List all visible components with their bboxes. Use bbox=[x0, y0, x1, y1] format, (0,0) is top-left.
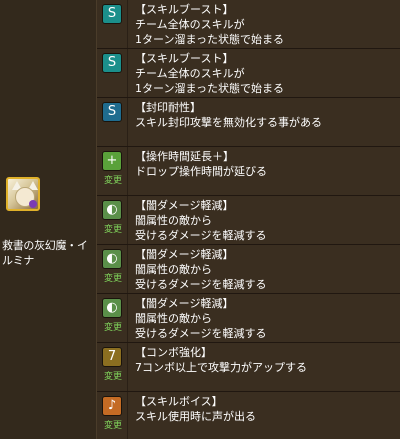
awakening-text: 【闇ダメージ軽減】 闇属性の敵から 受けるダメージを軽減する bbox=[135, 247, 266, 292]
skill-boost-icon: S bbox=[102, 53, 122, 73]
awakening-text: 【コンボ強化】 7コンボ以上で攻撃力がアップする bbox=[135, 345, 307, 375]
character-portrait[interactable] bbox=[6, 177, 40, 211]
attribute-gem-icon bbox=[29, 200, 37, 208]
awakening-row: 7 変更 【コンボ強化】 7コンボ以上で攻撃力がアップする bbox=[97, 343, 400, 392]
awakening-title: 【闇ダメージ軽減】 bbox=[135, 297, 234, 310]
awakening-title: 【封印耐性】 bbox=[135, 101, 201, 114]
awakening-desc-2: 受けるダメージを軽減する bbox=[135, 327, 267, 340]
awakening-desc-1: ドロップ操作時間が延びる bbox=[135, 165, 267, 178]
awakening-desc-2: 1ターン溜まった状態で始まる bbox=[135, 82, 285, 95]
awakening-title: 【操作時間延長＋】 bbox=[135, 150, 234, 163]
awakening-desc-1: スキル封印攻撃を無効化する事がある bbox=[135, 116, 322, 129]
character-column: 救書の灰幻魔・イ ルミナ bbox=[0, 0, 97, 439]
awakening-desc-1: 闇属性の敵から bbox=[135, 214, 212, 227]
awakening-desc-1: 闇属性の敵から bbox=[135, 263, 212, 276]
awakening-desc-1: 闇属性の敵から bbox=[135, 312, 212, 325]
awakening-table: 救書の灰幻魔・イ ルミナ S 【スキルブースト】 チーム全体のスキルが 1ターン… bbox=[0, 0, 400, 439]
combo-boost-icon: 7 bbox=[102, 347, 122, 367]
character-name-line1: 救書の灰幻魔・イ bbox=[2, 239, 88, 252]
skill-boost-icon: S bbox=[102, 4, 122, 24]
character-name: 救書の灰幻魔・イ ルミナ bbox=[2, 238, 98, 268]
awakening-desc-2: 受けるダメージを軽減する bbox=[135, 278, 267, 291]
awakening-desc-1: 7コンボ以上で攻撃力がアップする bbox=[135, 361, 307, 374]
awakening-title: 【スキルブースト】 bbox=[135, 3, 234, 16]
awakening-text: 【操作時間延長＋】 ドロップ操作時間が延びる bbox=[135, 149, 267, 179]
awakening-icon-cell: 7 変更 bbox=[97, 343, 128, 391]
awakening-row: S 【スキルブースト】 チーム全体のスキルが 1ターン溜まった状態で始まる bbox=[97, 49, 400, 98]
skill-seal-resist-icon: S bbox=[102, 102, 122, 122]
awakening-icon-cell: ◐ 変更 bbox=[97, 294, 128, 342]
dark-reduce-icon: ◐ bbox=[102, 249, 122, 269]
changed-label: 変更 bbox=[103, 323, 122, 333]
awakening-desc-1: チーム全体のスキルが bbox=[135, 67, 245, 80]
awakening-icon-cell: S bbox=[97, 49, 128, 97]
awakening-row: ♪ 変更 【スキルボイス】 スキル使用時に声が出る bbox=[97, 392, 400, 439]
character-name-line2: ルミナ bbox=[2, 254, 35, 267]
awakening-row: S 【スキルブースト】 チーム全体のスキルが 1ターン溜まった状態で始まる bbox=[97, 0, 400, 49]
awakening-icon-cell: ♪ 変更 bbox=[97, 392, 128, 439]
awakening-title: 【コンボ強化】 bbox=[135, 346, 212, 359]
awakening-row: S 【封印耐性】 スキル封印攻撃を無効化する事がある bbox=[97, 98, 400, 147]
awakening-row: + 変更 【操作時間延長＋】 ドロップ操作時間が延びる bbox=[97, 147, 400, 196]
awakening-desc-2: 受けるダメージを軽減する bbox=[135, 229, 267, 242]
awakening-icon-cell: ◐ 変更 bbox=[97, 245, 128, 293]
awakening-text: 【闇ダメージ軽減】 闇属性の敵から 受けるダメージを軽減する bbox=[135, 296, 266, 341]
changed-label: 変更 bbox=[103, 372, 122, 382]
awakening-title: 【スキルボイス】 bbox=[135, 395, 223, 408]
dark-reduce-icon: ◐ bbox=[102, 298, 122, 318]
awakening-icon-cell: S bbox=[97, 0, 128, 48]
changed-label: 変更 bbox=[103, 274, 122, 284]
awakening-text: 【闇ダメージ軽減】 闇属性の敵から 受けるダメージを軽減する bbox=[135, 198, 266, 243]
awakening-row: ◐ 変更 【闇ダメージ軽減】 闇属性の敵から 受けるダメージを軽減する bbox=[97, 196, 400, 245]
dark-reduce-icon: ◐ bbox=[102, 200, 122, 220]
time-extend-plus-icon: + bbox=[102, 151, 122, 171]
awakening-desc-1: スキル使用時に声が出る bbox=[135, 410, 256, 423]
awakening-icon-cell: + 変更 bbox=[97, 147, 128, 195]
awakening-desc-2: 1ターン溜まった状態で始まる bbox=[135, 33, 285, 46]
awakening-desc-1: チーム全体のスキルが bbox=[135, 18, 245, 31]
awakening-text: 【スキルブースト】 チーム全体のスキルが 1ターン溜まった状態で始まる bbox=[135, 51, 284, 96]
awakening-icon-cell: ◐ 変更 bbox=[97, 196, 128, 244]
awakening-text: 【スキルボイス】 スキル使用時に声が出る bbox=[135, 394, 256, 424]
skill-voice-icon: ♪ bbox=[102, 396, 122, 416]
changed-label: 変更 bbox=[103, 225, 122, 235]
awakening-title: 【闇ダメージ軽減】 bbox=[135, 199, 234, 212]
changed-label: 変更 bbox=[103, 421, 122, 431]
awakening-list: S 【スキルブースト】 チーム全体のスキルが 1ターン溜まった状態で始まる S … bbox=[97, 0, 400, 439]
awakening-title: 【スキルブースト】 bbox=[135, 52, 234, 65]
awakening-row: ◐ 変更 【闇ダメージ軽減】 闇属性の敵から 受けるダメージを軽減する bbox=[97, 294, 400, 343]
awakening-row: ◐ 変更 【闇ダメージ軽減】 闇属性の敵から 受けるダメージを軽減する bbox=[97, 245, 400, 294]
awakening-title: 【闇ダメージ軽減】 bbox=[135, 248, 234, 261]
changed-label: 変更 bbox=[103, 176, 122, 186]
awakening-text: 【スキルブースト】 チーム全体のスキルが 1ターン溜まった状態で始まる bbox=[135, 2, 284, 47]
awakening-icon-cell: S bbox=[97, 98, 128, 146]
awakening-text: 【封印耐性】 スキル封印攻撃を無効化する事がある bbox=[135, 100, 322, 130]
